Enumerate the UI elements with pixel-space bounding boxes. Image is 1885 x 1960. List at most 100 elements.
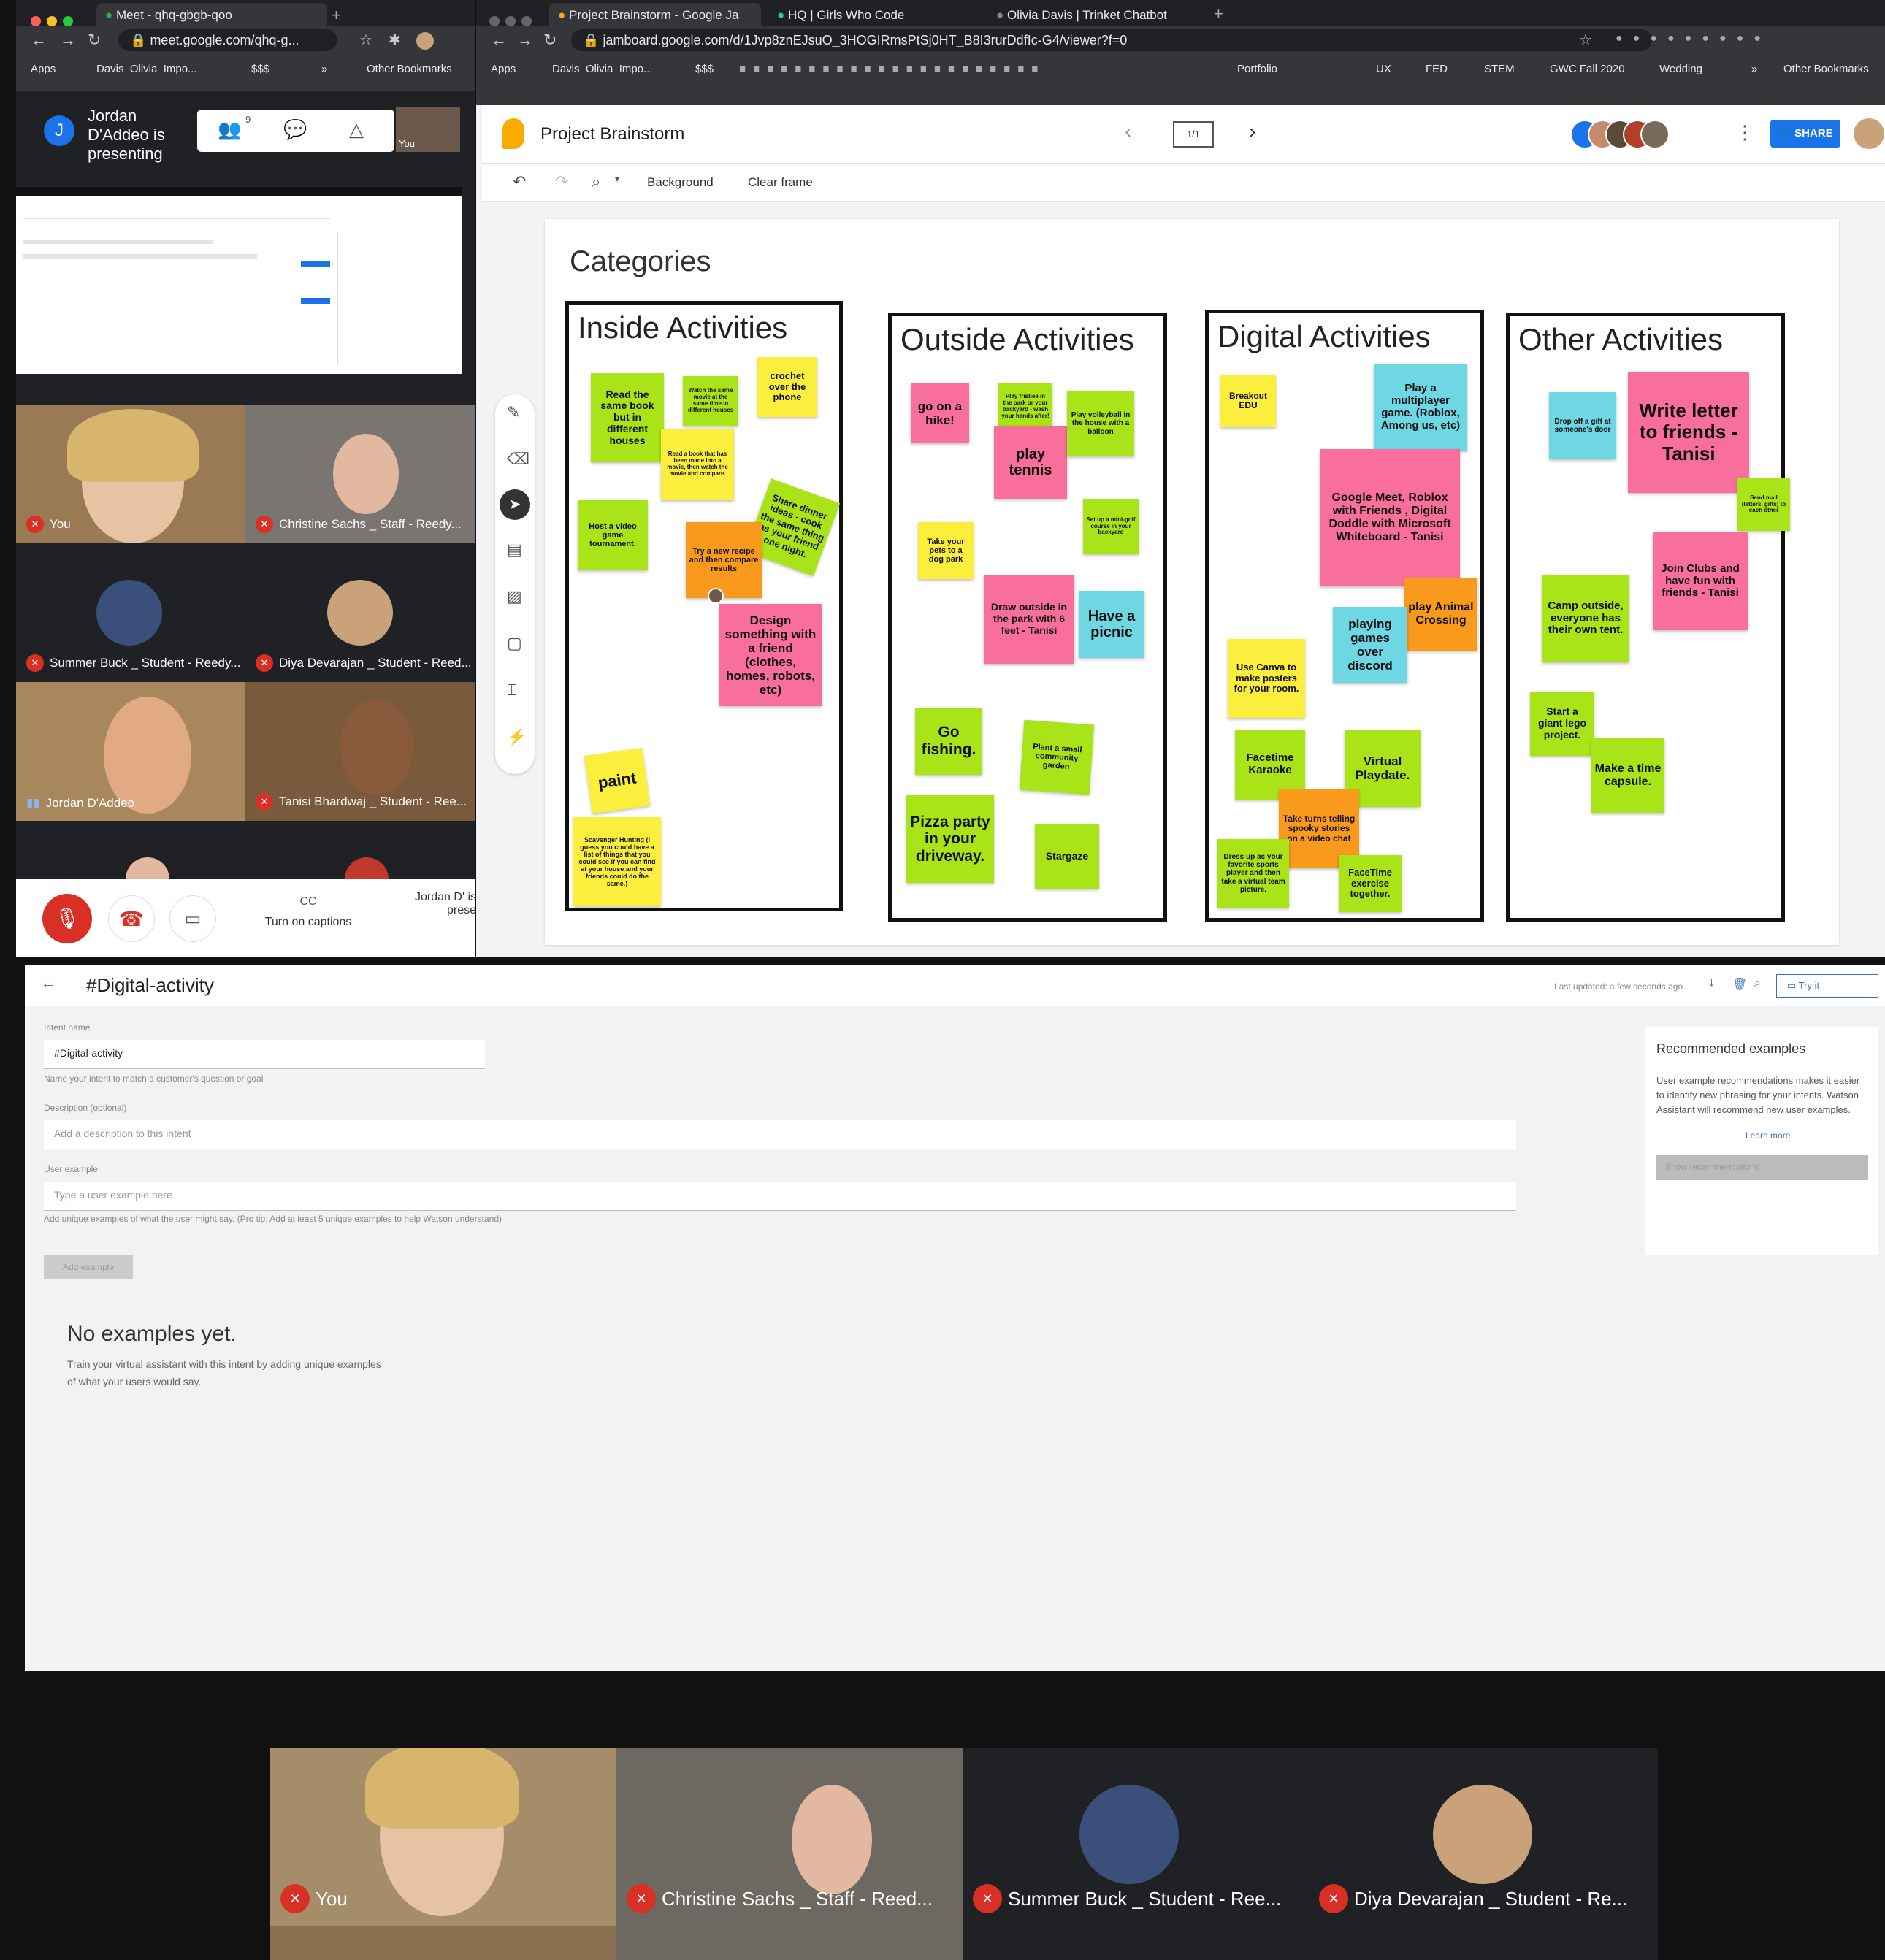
sticky-note[interactable]: Google Meet, Roblox with Friends , Digit… bbox=[1320, 449, 1460, 586]
more-options-icon[interactable]: ⋮ bbox=[1735, 121, 1754, 144]
jam-url-bar[interactable]: 🔒 jamboard.google.com/d/1Jvp8znEJsuO_3HO… bbox=[571, 29, 1652, 51]
window-dot-icon[interactable] bbox=[505, 16, 516, 26]
sticky-note[interactable]: Make a time capsule. bbox=[1591, 738, 1664, 813]
sticky-note[interactable]: Send mail (letters, gifts) to each other bbox=[1737, 478, 1790, 531]
bookmark-more[interactable]: » bbox=[1751, 63, 1757, 75]
image-icon[interactable]: ▨ bbox=[507, 587, 522, 606]
sticky-note[interactable]: go on a hike! bbox=[911, 383, 969, 443]
bookmark-davis[interactable]: Davis_Olivia_Impo... bbox=[96, 63, 197, 75]
sticky-note[interactable]: Play volleyball in the house with a ball… bbox=[1067, 391, 1134, 456]
forward-icon[interactable]: → bbox=[517, 31, 533, 50]
intent-name-input[interactable]: #Digital-activity bbox=[44, 1040, 485, 1069]
zoom-window-icon[interactable] bbox=[63, 16, 73, 26]
mic-toggle-button[interactable]: 🎙 bbox=[42, 894, 92, 943]
sticky-note[interactable]: Plant a small community garden bbox=[1019, 719, 1095, 795]
tab-gwc[interactable]: ● HQ | Girls Who Code bbox=[768, 3, 980, 26]
bookmark-davis[interactable]: Davis_Olivia_Impo... bbox=[552, 63, 653, 75]
sticky-note[interactable]: play tennis bbox=[994, 426, 1067, 499]
add-example-button[interactable]: Add example bbox=[44, 1255, 133, 1279]
sticky-note[interactable]: Pizza party in your driveway. bbox=[906, 795, 994, 883]
bookmark-ux[interactable]: UX bbox=[1376, 63, 1391, 75]
sticky-note[interactable]: Breakout EDU bbox=[1220, 375, 1276, 427]
sticky-note[interactable]: Set up a mini-golf course in your backya… bbox=[1083, 499, 1139, 554]
sticky-note[interactable]: Read a book that has been made into a mo… bbox=[661, 429, 734, 500]
bookmark-apps[interactable]: Apps bbox=[31, 63, 56, 75]
extensions-icon[interactable]: ✱ bbox=[389, 31, 401, 49]
user-example-input[interactable]: Type a user example here bbox=[44, 1182, 1516, 1211]
bookmark-wedding[interactable]: Wedding bbox=[1659, 63, 1702, 75]
eraser-icon[interactable]: ⌫ bbox=[507, 450, 529, 469]
people-icon[interactable]: 👥 bbox=[218, 118, 241, 141]
captions-button[interactable]: CC Turn on captions bbox=[257, 895, 359, 929]
sticky-note[interactable]: Camp outside, everyone has their own ten… bbox=[1542, 575, 1629, 662]
profile-avatar[interactable] bbox=[416, 32, 434, 50]
sticky-note[interactable]: Write letter to friends - Tanisi bbox=[1628, 372, 1749, 493]
bookmark-portfolio[interactable]: Portfolio bbox=[1237, 63, 1277, 75]
download-icon[interactable]: ⤓ bbox=[1709, 977, 1714, 990]
sticky-note-icon[interactable]: ▤ bbox=[507, 540, 522, 559]
bookmark-money[interactable]: $$$ bbox=[695, 63, 714, 75]
presenting-status[interactable]: Jordan D' is prese bbox=[410, 891, 476, 917]
delete-icon[interactable]: 🗑 bbox=[1732, 977, 1747, 992]
bookmark-gwc[interactable]: GWC Fall 2020 bbox=[1550, 63, 1625, 75]
sticky-note[interactable]: crochet over the phone bbox=[757, 357, 817, 417]
bookmark-money[interactable]: $$$ bbox=[251, 63, 269, 75]
description-input[interactable]: Add a description to this intent bbox=[44, 1120, 1516, 1149]
camera-toggle-button[interactable]: ▭ bbox=[169, 895, 216, 942]
forward-icon[interactable]: → bbox=[60, 31, 76, 50]
tab-trinket[interactable]: ● Olivia Davis | Trinket Chatbot bbox=[987, 3, 1199, 26]
extension-icons[interactable]: ●●●●●●●●● bbox=[1616, 32, 1864, 50]
jam-canvas[interactable]: Categories Inside Activities Read the sa… bbox=[545, 219, 1839, 945]
sticky-note[interactable]: Scavenger Hunting (I guess you could hav… bbox=[573, 817, 661, 906]
bookmark-stem[interactable]: STEM bbox=[1484, 63, 1515, 75]
try-it-button[interactable]: ▭ Try it bbox=[1776, 974, 1878, 998]
show-recommendations-button[interactable]: Show recommendations bbox=[1656, 1155, 1868, 1180]
bookmark-other[interactable]: Other Bookmarks bbox=[1783, 63, 1869, 75]
frame-counter[interactable]: 1/1 bbox=[1173, 121, 1214, 148]
undo-icon[interactable]: ↶ bbox=[513, 172, 526, 191]
sticky-note[interactable]: play Animal Crossing bbox=[1404, 578, 1477, 651]
shape-icon[interactable]: ▢ bbox=[507, 634, 522, 653]
sticky-note[interactable]: Start a giant lego project. bbox=[1530, 692, 1594, 756]
sticky-note[interactable]: Drop off a gift at someone's door bbox=[1549, 392, 1616, 459]
sticky-note[interactable]: Read the same book but in different hous… bbox=[591, 373, 664, 462]
sticky-note[interactable]: playing games over discord bbox=[1333, 607, 1407, 683]
zoom-icon[interactable]: ⌕ bbox=[592, 172, 600, 191]
sticky-note[interactable]: Go fishing. bbox=[915, 708, 982, 775]
learn-more-link[interactable]: Learn more bbox=[1746, 1130, 1790, 1141]
collaborator-avatars[interactable] bbox=[1570, 120, 1670, 149]
star-icon[interactable]: ☆ bbox=[359, 31, 372, 49]
hang-up-button[interactable]: ☎ bbox=[108, 895, 155, 942]
sticky-note[interactable]: Host a video game tournament. bbox=[578, 500, 648, 570]
search-icon[interactable]: ⌕ bbox=[1754, 977, 1761, 990]
sticky-note[interactable]: Have a picnic bbox=[1079, 591, 1144, 658]
bookmark-other[interactable]: Other Bookmarks bbox=[367, 63, 452, 75]
minimize-window-icon[interactable] bbox=[47, 16, 57, 26]
window-dot-icon[interactable] bbox=[489, 16, 500, 26]
tab-jamboard[interactable]: ● Project Brainstorm - Google Ja bbox=[549, 3, 761, 26]
zoom-dropdown-icon[interactable]: ▾ bbox=[615, 174, 619, 184]
sticky-note[interactable]: Design something with a friend (clothes,… bbox=[719, 604, 822, 706]
sticky-note[interactable]: FaceTime exercise together. bbox=[1339, 855, 1402, 912]
account-avatar[interactable] bbox=[1854, 118, 1884, 149]
laser-icon[interactable]: ⚡ bbox=[507, 727, 527, 746]
sticky-note[interactable]: Stargaze bbox=[1035, 824, 1099, 889]
prev-frame-icon[interactable]: ‹ bbox=[1125, 120, 1131, 143]
bookmark-apps[interactable]: Apps bbox=[491, 63, 516, 75]
sticky-note[interactable]: Use Canva to make posters for your room. bbox=[1228, 639, 1305, 718]
sticky-note[interactable]: Dress up as your favorite sports player … bbox=[1217, 839, 1289, 908]
meet-url-bar[interactable]: 🔒 meet.google.com/qhq-g... bbox=[118, 29, 337, 51]
sticky-note[interactable]: paint bbox=[584, 747, 651, 814]
sticky-note[interactable]: Join Clubs and have fun with friends - T… bbox=[1653, 532, 1748, 630]
back-icon[interactable]: ← bbox=[491, 31, 507, 50]
window-dot-icon[interactable] bbox=[521, 16, 532, 26]
clear-frame-button[interactable]: Clear frame bbox=[748, 175, 813, 190]
back-icon[interactable]: ← bbox=[31, 31, 47, 50]
pen-icon[interactable]: ✎ bbox=[507, 403, 520, 422]
sticky-note[interactable]: Take your pets to a dog park bbox=[918, 522, 974, 579]
sticky-note[interactable]: Try a new recipe and then compare result… bbox=[686, 522, 762, 598]
sticky-note[interactable]: Play a multiplayer game. (Roblox, Among … bbox=[1374, 364, 1467, 451]
background-button[interactable]: Background bbox=[647, 175, 714, 190]
select-icon[interactable]: ➤ bbox=[500, 489, 530, 520]
reload-icon[interactable]: ↻ bbox=[88, 31, 101, 50]
